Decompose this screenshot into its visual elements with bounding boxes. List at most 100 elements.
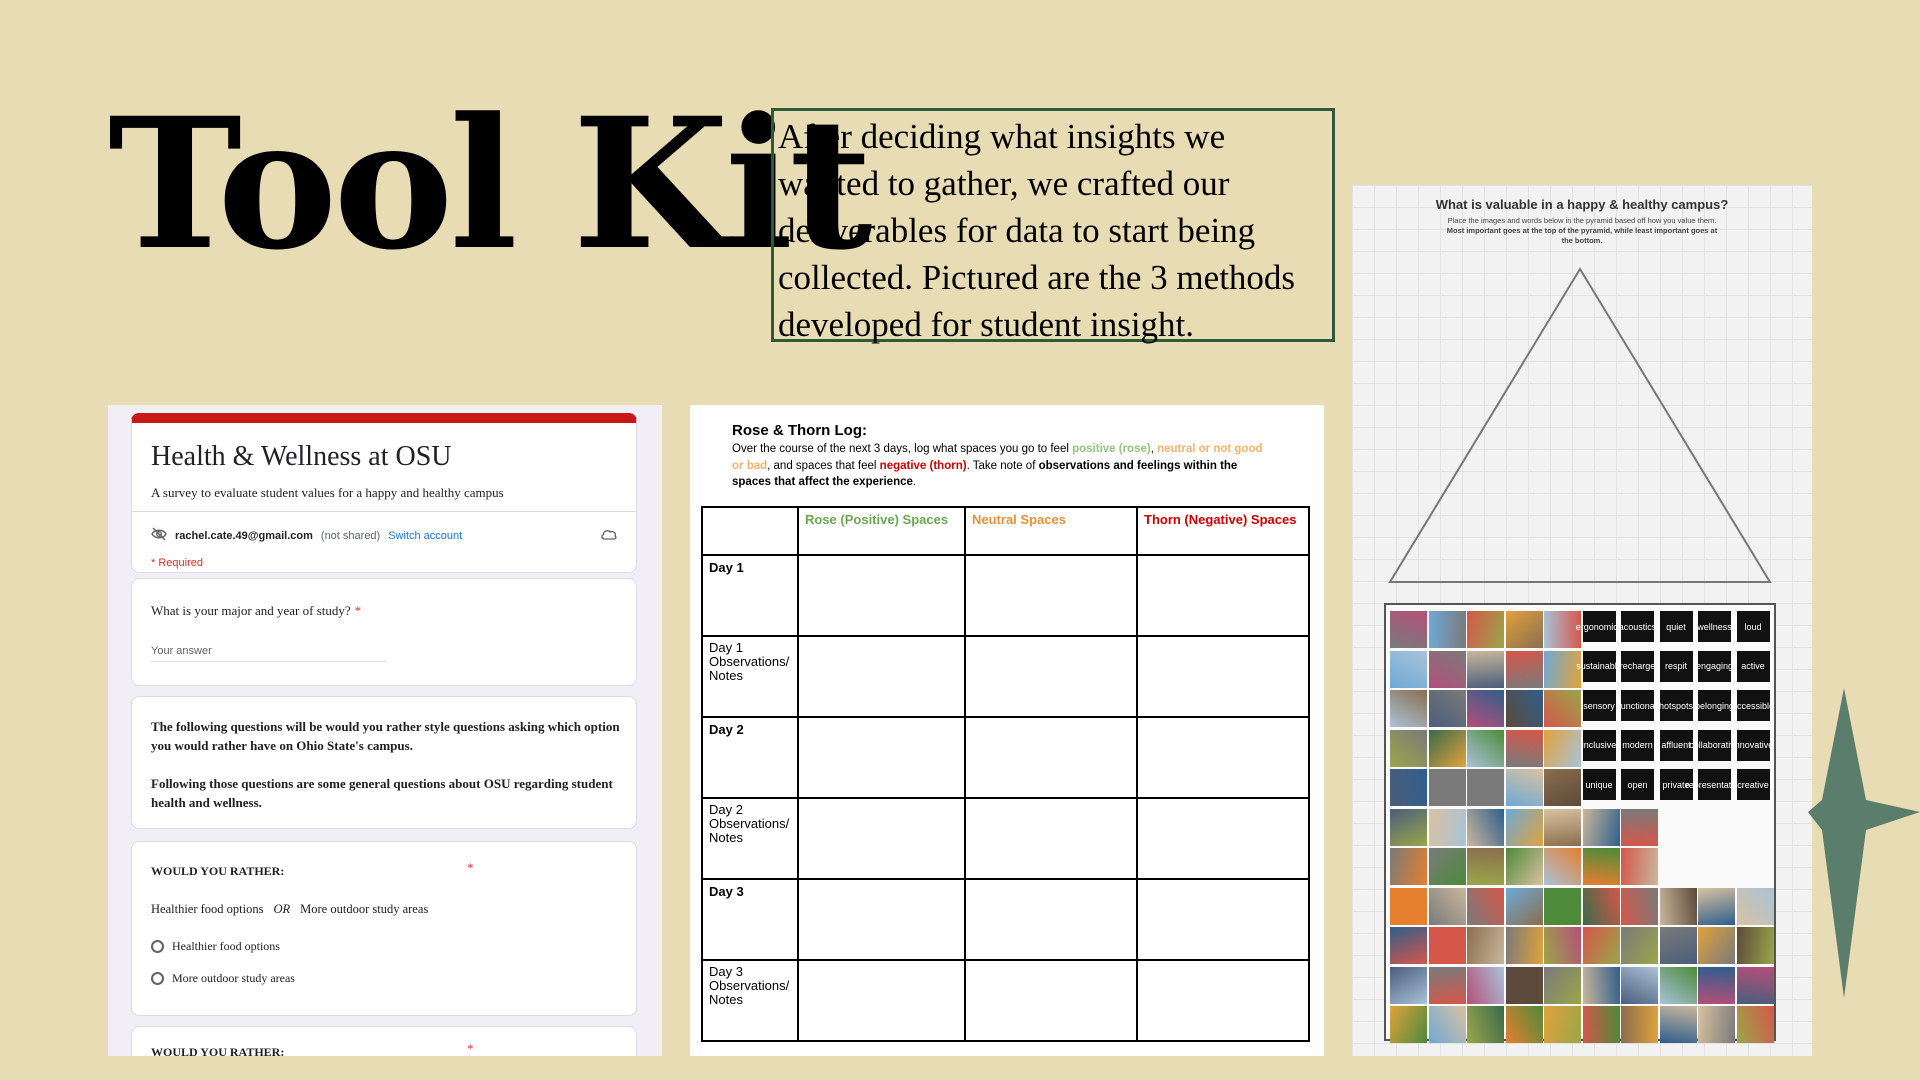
image-tile[interactable]	[1390, 848, 1427, 885]
image-tile[interactable]	[1390, 966, 1427, 1004]
word-card[interactable]: sustainable	[1576, 650, 1622, 682]
table-cell[interactable]	[964, 635, 1138, 718]
image-tile[interactable]	[1582, 808, 1620, 846]
table-cell[interactable]	[964, 716, 1138, 799]
image-tile[interactable]	[1544, 729, 1581, 767]
image-tile[interactable]	[1736, 887, 1774, 925]
image-tile[interactable]	[1467, 808, 1504, 846]
table-cell[interactable]	[1136, 878, 1310, 961]
word-card[interactable]: recharge	[1620, 650, 1655, 682]
table-cell[interactable]	[964, 878, 1138, 961]
image-tile[interactable]	[1505, 611, 1543, 648]
image-tile[interactable]	[1428, 611, 1466, 648]
image-tile[interactable]	[1390, 690, 1427, 727]
word-card[interactable]: representation	[1686, 769, 1743, 800]
image-tile[interactable]	[1659, 1006, 1697, 1043]
image-tile[interactable]	[1467, 611, 1504, 648]
image-tile[interactable]	[1428, 1006, 1466, 1043]
word-card[interactable]: affluent	[1659, 729, 1693, 761]
image-tile[interactable]	[1505, 1006, 1543, 1043]
image-tile[interactable]	[1467, 966, 1504, 1004]
image-tile[interactable]	[1736, 1006, 1774, 1043]
word-card[interactable]: unique	[1582, 769, 1616, 800]
image-tile[interactable]	[1467, 887, 1504, 925]
image-tile[interactable]	[1582, 927, 1620, 964]
word-card[interactable]: engaging	[1696, 650, 1733, 682]
table-cell[interactable]	[1136, 797, 1310, 880]
image-tile[interactable]	[1428, 729, 1466, 767]
word-card[interactable]: creative	[1736, 769, 1770, 800]
image-tile[interactable]	[1467, 690, 1504, 727]
switch-account-link[interactable]: Switch account	[388, 530, 462, 542]
image-tile[interactable]	[1428, 769, 1466, 806]
image-tile[interactable]	[1698, 966, 1735, 1004]
word-card[interactable]: modern	[1621, 729, 1654, 761]
word-card[interactable]: acoustics	[1619, 611, 1656, 642]
image-tile[interactable]	[1467, 1006, 1504, 1043]
image-tile[interactable]	[1505, 927, 1543, 964]
image-tile[interactable]	[1544, 808, 1581, 846]
radio-icon[interactable]	[151, 972, 164, 985]
image-tile[interactable]	[1428, 690, 1466, 727]
image-tile[interactable]	[1390, 1006, 1427, 1043]
image-tile[interactable]	[1621, 966, 1658, 1004]
image-tile[interactable]	[1505, 808, 1543, 846]
word-card[interactable]: functional	[1618, 690, 1657, 721]
image-tile[interactable]	[1505, 887, 1543, 925]
answer-input[interactable]: Your answer	[151, 645, 386, 662]
radio-option-a[interactable]: Healthier food options	[151, 939, 280, 954]
image-tile[interactable]	[1544, 690, 1581, 727]
table-cell[interactable]	[1136, 635, 1310, 718]
image-tile[interactable]	[1390, 729, 1427, 767]
image-tile[interactable]	[1544, 769, 1581, 806]
table-cell[interactable]	[797, 959, 966, 1042]
image-tile[interactable]	[1659, 887, 1697, 925]
image-tile[interactable]	[1698, 887, 1735, 925]
image-tile[interactable]	[1505, 769, 1543, 806]
word-card[interactable]: wellness	[1697, 611, 1732, 642]
image-tile[interactable]	[1544, 927, 1581, 964]
word-card[interactable]: active	[1736, 650, 1770, 682]
image-tile[interactable]	[1582, 966, 1620, 1004]
word-card[interactable]: loud	[1736, 611, 1770, 642]
word-card[interactable]: hotspots	[1659, 690, 1693, 721]
word-card[interactable]: accessible	[1732, 690, 1774, 721]
image-tile[interactable]	[1467, 650, 1504, 688]
image-tile[interactable]	[1428, 650, 1466, 688]
image-tile[interactable]	[1582, 887, 1620, 925]
image-tile[interactable]	[1428, 808, 1466, 846]
table-cell[interactable]	[1136, 959, 1310, 1042]
table-cell[interactable]	[797, 878, 966, 961]
image-tile[interactable]	[1467, 769, 1504, 806]
image-tile[interactable]	[1544, 848, 1581, 885]
word-card[interactable]: open	[1621, 769, 1654, 800]
table-cell[interactable]	[1136, 716, 1310, 799]
image-tile[interactable]	[1467, 848, 1504, 885]
image-tile[interactable]	[1659, 966, 1697, 1004]
image-tile[interactable]	[1621, 848, 1658, 885]
image-tile[interactable]	[1736, 927, 1774, 964]
image-tile[interactable]	[1505, 729, 1543, 767]
image-tile[interactable]	[1582, 848, 1620, 885]
image-tile[interactable]	[1544, 966, 1581, 1004]
image-tile[interactable]	[1621, 927, 1658, 964]
image-tile[interactable]	[1390, 769, 1427, 806]
image-tile[interactable]	[1505, 848, 1543, 885]
image-tile[interactable]	[1505, 966, 1543, 1004]
image-tile[interactable]	[1428, 848, 1466, 885]
table-cell[interactable]	[1136, 554, 1310, 637]
image-tile[interactable]	[1390, 611, 1427, 648]
image-tile[interactable]	[1698, 927, 1735, 964]
image-tile[interactable]	[1505, 650, 1543, 688]
image-tile[interactable]	[1390, 887, 1427, 925]
radio-option-b[interactable]: More outdoor study areas	[151, 971, 295, 986]
table-cell[interactable]	[797, 716, 966, 799]
radio-icon[interactable]	[151, 940, 164, 953]
word-card[interactable]: ergonomics	[1576, 611, 1622, 642]
word-card[interactable]: sensory	[1582, 690, 1616, 721]
image-tile[interactable]	[1544, 1006, 1581, 1043]
table-cell[interactable]	[964, 554, 1138, 637]
image-tile[interactable]	[1621, 1006, 1658, 1043]
table-cell[interactable]	[797, 554, 966, 637]
table-cell[interactable]	[797, 635, 966, 718]
